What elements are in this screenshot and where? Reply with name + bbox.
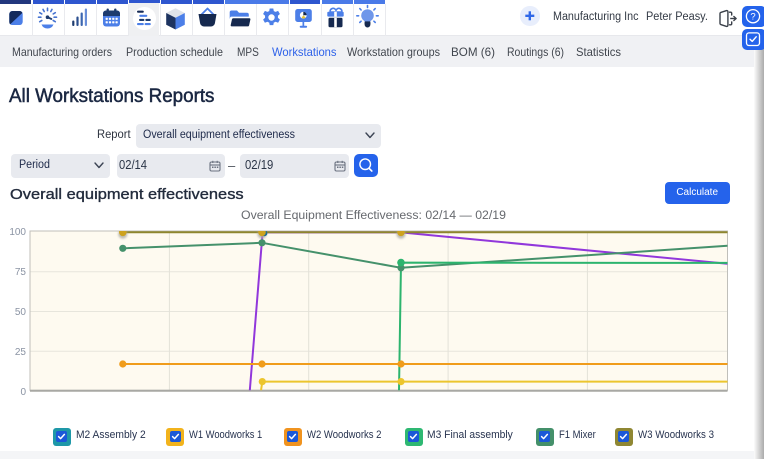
svg-text:75: 75 <box>15 267 27 278</box>
svg-text:?: ? <box>750 12 755 23</box>
svg-text:50: 50 <box>15 307 27 318</box>
svg-text:100: 100 <box>9 227 26 238</box>
svg-text:25: 25 <box>15 347 27 358</box>
svg-text:0: 0 <box>20 387 26 398</box>
